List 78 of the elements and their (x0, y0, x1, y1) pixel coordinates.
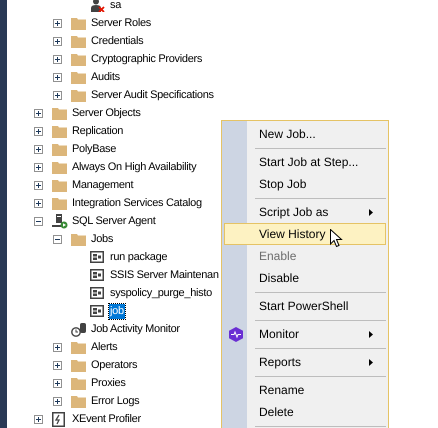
expand-toggle[interactable] (53, 36, 62, 46)
folder-icon (71, 394, 86, 408)
tree-item[interactable]: SSIS Server Maintenan (109, 268, 220, 282)
folder-icon (52, 124, 67, 138)
job-icon (90, 305, 104, 317)
expand-toggle[interactable] (53, 342, 62, 352)
expand-toggle[interactable] (53, 72, 62, 82)
tree-item[interactable]: Integration Services Catalog (71, 196, 203, 210)
tree-item[interactable]: Server Audit Specifications (90, 88, 215, 102)
menu-item[interactable]: Stop Job (224, 173, 386, 195)
menu-item[interactable]: Start Job at Step... (224, 151, 386, 173)
menu-item[interactable]: View History (224, 223, 386, 245)
folder-icon (71, 34, 86, 48)
tree-item[interactable]: sa (109, 0, 122, 12)
tree-item[interactable]: job (109, 304, 125, 318)
user-icon (90, 0, 105, 12)
tree-item[interactable]: Proxies (90, 376, 127, 390)
folder-icon (52, 196, 67, 210)
tree-item[interactable]: Server Objects (71, 106, 142, 120)
tree-item[interactable]: run package (109, 250, 168, 264)
menu-item[interactable]: Delete (224, 401, 386, 423)
pulse-icon (229, 327, 243, 342)
collapse-toggle[interactable] (53, 234, 62, 244)
tree-item[interactable]: Server Roles (90, 16, 152, 30)
tree-item[interactable]: Error Logs (90, 394, 140, 408)
monitor-icon (71, 322, 87, 336)
menu-item[interactable]: Monitor (224, 323, 386, 345)
tree-item[interactable]: Cryptographic Providers (90, 52, 204, 66)
folder-icon (71, 232, 86, 246)
job-icon (90, 269, 104, 281)
folder-icon (52, 178, 67, 192)
expand-toggle[interactable] (34, 108, 43, 118)
expand-toggle[interactable] (34, 180, 43, 190)
folder-icon (52, 106, 67, 120)
folder-icon (71, 376, 86, 390)
folder-icon (71, 52, 86, 66)
expand-toggle[interactable] (53, 378, 62, 388)
tree-item[interactable]: SQL Server Agent (71, 214, 156, 228)
menu-item[interactable]: Start PowerShell (224, 295, 386, 317)
expand-toggle[interactable] (53, 360, 62, 370)
expand-toggle[interactable] (34, 126, 43, 136)
menu-item[interactable]: Reports (224, 351, 386, 373)
menu-item[interactable]: Disable (224, 267, 386, 289)
menu-item[interactable]: Rename (224, 379, 386, 401)
tree-item[interactable]: Operators (90, 358, 138, 372)
expand-toggle[interactable] (34, 198, 43, 208)
menu-item[interactable]: New Job... (224, 123, 386, 145)
cursor-icon (330, 229, 343, 248)
folder-icon (52, 160, 67, 174)
expand-toggle[interactable] (34, 414, 43, 424)
expand-toggle[interactable] (34, 162, 43, 172)
tree-item[interactable]: Always On High Availability (71, 160, 198, 174)
folder-icon (71, 16, 86, 30)
menu-item[interactable]: Script Job as (224, 201, 386, 223)
folder-icon (71, 340, 86, 354)
tree-item[interactable]: XEvent Profiler (71, 412, 142, 426)
tree-item[interactable]: Jobs (90, 232, 114, 246)
tree-item[interactable]: Replication (71, 124, 124, 138)
tree-item[interactable]: Audits (90, 70, 121, 84)
tree-item[interactable]: PolyBase (71, 142, 118, 156)
expand-toggle[interactable] (34, 144, 43, 154)
tree-item[interactable]: Credentials (90, 34, 144, 48)
tree-item[interactable]: Job Activity Monitor (90, 322, 181, 336)
folder-icon (71, 70, 86, 84)
job-icon (90, 287, 104, 299)
expand-toggle[interactable] (53, 396, 62, 406)
collapse-toggle[interactable] (34, 216, 43, 226)
server-agent-icon (52, 214, 68, 228)
folder-icon (71, 358, 86, 372)
expand-toggle[interactable] (53, 90, 62, 100)
folder-icon (52, 142, 67, 156)
job-icon (90, 251, 104, 263)
folder-icon (71, 88, 86, 102)
expand-toggle[interactable] (53, 54, 62, 64)
tree-item[interactable]: Management (71, 178, 134, 192)
tree-item[interactable]: Alerts (90, 340, 118, 354)
tree-item[interactable]: syspolicy_purge_histo (109, 286, 213, 300)
expand-toggle[interactable] (53, 18, 62, 28)
